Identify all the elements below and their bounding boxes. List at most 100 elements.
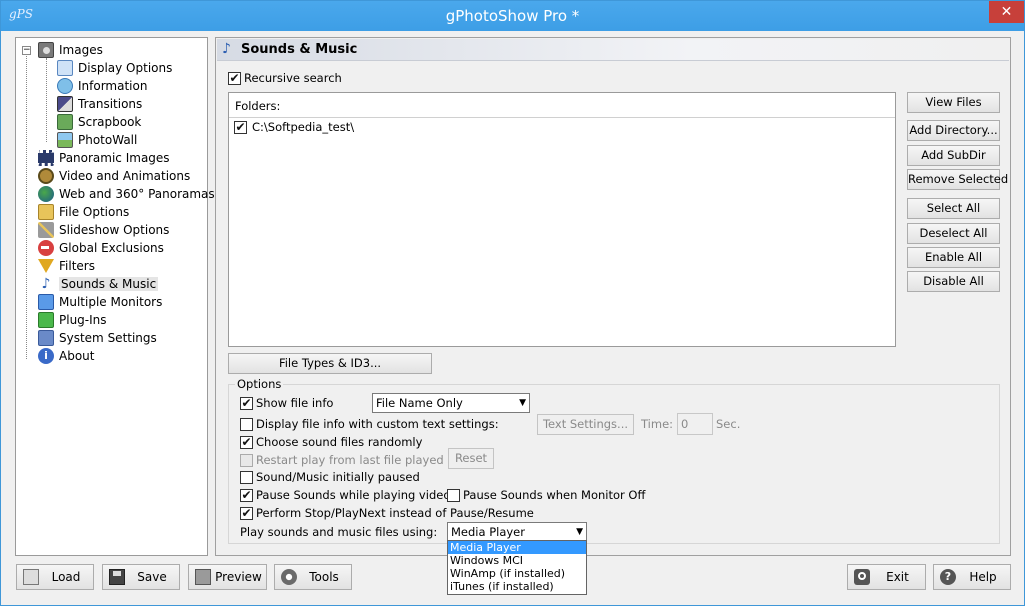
play-using-dropdown[interactable]: Media Player Windows MCI WinAmp (if inst… — [447, 540, 587, 595]
tree-item-label: Slideshow Options — [59, 223, 170, 237]
tree-item-web-panoramas[interactable]: Web and 360° Panoramas — [38, 185, 215, 203]
view-files-button[interactable]: View Files — [907, 92, 1000, 113]
film-reel-icon — [38, 168, 54, 184]
show-file-info-checkbox[interactable]: ✔ Show file info — [240, 396, 333, 410]
checkbox-box[interactable]: ✔ — [240, 435, 253, 449]
monitors-icon — [38, 294, 54, 310]
checkbox-label: Choose sound files randomly — [256, 435, 423, 449]
folder-row[interactable]: ✔ C:\Softpedia_test\ — [234, 120, 354, 134]
dropdown-option[interactable]: iTunes (if installed) — [448, 580, 586, 593]
initially-paused-checkbox[interactable]: Sound/Music initially paused — [240, 470, 420, 484]
time-value: 0 — [681, 417, 689, 431]
tree-item-images[interactable]: Images — [38, 41, 103, 59]
checkbox-box[interactable] — [240, 453, 253, 467]
tree-item-filters[interactable]: Filters — [38, 257, 95, 275]
add-directory-button[interactable]: Add Directory... — [907, 120, 1000, 141]
tree-item-label: Panoramic Images — [59, 151, 170, 165]
display-custom-text-checkbox[interactable]: Display file info with custom text setti… — [240, 417, 499, 431]
file-types-id3-button[interactable]: File Types & ID3... — [228, 353, 432, 374]
tools-icon — [38, 222, 54, 238]
folder-icon — [38, 204, 54, 220]
stop-playnext-checkbox[interactable]: ✔ Perform Stop/PlayNext instead of Pause… — [240, 506, 534, 520]
tree-item-display-options[interactable]: Display Options — [57, 59, 172, 77]
pause-monitor-off-checkbox[interactable]: Pause Sounds when Monitor Off — [447, 488, 645, 502]
checkbox-label: Show file info — [256, 396, 334, 410]
chevron-down-icon: ▼ — [576, 527, 583, 537]
panel-title: Sounds & Music — [241, 42, 358, 57]
dropdown-option[interactable]: Media Player — [448, 541, 586, 554]
checkbox-box[interactable] — [447, 488, 460, 502]
tree-item-global-exclusions[interactable]: Global Exclusions — [38, 239, 164, 257]
file-info-mode-select[interactable]: File Name Only ▼ — [372, 393, 530, 413]
button-label: Exit — [886, 570, 909, 584]
checkbox-box[interactable]: ✔ — [228, 71, 241, 85]
tree-item-plug-ins[interactable]: Plug-Ins — [38, 311, 107, 329]
checkbox-box[interactable]: ✔ — [234, 120, 247, 134]
checkbox-label: Display file info with custom text setti… — [256, 417, 499, 431]
checkbox-label: Pause Sounds while playing video — [256, 488, 451, 502]
time-input[interactable]: 0 — [677, 413, 713, 435]
app-window: gPS gPhotoShow Pro * ✕ − Images Display … — [0, 0, 1025, 606]
select-all-button[interactable]: Select All — [907, 198, 1000, 219]
info-globe-icon — [57, 78, 73, 94]
save-button[interactable]: Save — [102, 564, 180, 590]
tree-item-file-options[interactable]: File Options — [38, 203, 129, 221]
dropdown-option[interactable]: Windows MCI — [448, 554, 586, 567]
checkbox-label: Pause Sounds when Monitor Off — [463, 488, 646, 502]
text-settings-button[interactable]: Text Settings... — [537, 414, 634, 435]
enable-all-button[interactable]: Enable All — [907, 247, 1000, 268]
folders-header: Folders: — [235, 99, 281, 113]
tree-item-sounds-music[interactable]: ♪ Sounds & Music — [38, 275, 159, 293]
tree-item-video-animations[interactable]: Video and Animations — [38, 167, 190, 185]
tree-connector — [46, 58, 47, 142]
preview-button[interactable]: Preview — [188, 564, 267, 590]
tree-item-panoramic-images[interactable]: Panoramic Images — [38, 149, 170, 167]
checkbox-box[interactable] — [240, 417, 253, 431]
collapse-images-icon[interactable]: − — [22, 46, 31, 55]
tree-item-slideshow-options[interactable]: Slideshow Options — [38, 221, 169, 239]
tree-item-photowall[interactable]: PhotoWall — [57, 131, 137, 149]
tree-item-information[interactable]: Information — [57, 77, 147, 95]
title-bar[interactable]: gPS gPhotoShow Pro * ✕ — [1, 1, 1024, 31]
tools-button[interactable]: Tools — [274, 564, 352, 590]
checkbox-box[interactable]: ✔ — [240, 506, 253, 520]
restart-last-file-checkbox[interactable]: Restart play from last file played — [240, 453, 444, 467]
pause-video-checkbox[interactable]: ✔ Pause Sounds while playing video — [240, 488, 450, 502]
settings-tree[interactable]: − Images Display Options Information Tra… — [15, 37, 215, 556]
dropdown-option[interactable]: WinAmp (if installed) — [448, 567, 586, 580]
tree-item-label: Images — [59, 43, 103, 57]
help-button[interactable]: ? Help — [933, 564, 1011, 590]
checkbox-label: Recursive search — [244, 71, 342, 85]
puzzle-icon — [38, 312, 54, 328]
photowall-icon — [57, 132, 73, 148]
sec-label: Sec. — [716, 417, 741, 431]
tree-item-about[interactable]: i About — [38, 347, 94, 365]
tree-item-transitions[interactable]: Transitions — [57, 95, 142, 113]
checkbox-box[interactable] — [240, 470, 253, 484]
load-button[interactable]: Load — [16, 564, 94, 590]
music-note-icon: ♪ — [222, 41, 231, 57]
checkbox-label: Sound/Music initially paused — [256, 470, 420, 484]
deselect-all-button[interactable]: Deselect All — [907, 223, 1000, 244]
gear-icon — [281, 569, 297, 585]
choose-random-checkbox[interactable]: ✔ Choose sound files randomly — [240, 435, 422, 449]
select-value: Media Player — [451, 525, 525, 539]
checkbox-box[interactable]: ✔ — [240, 488, 253, 502]
checkbox-box[interactable]: ✔ — [240, 396, 253, 410]
folders-list[interactable]: Folders: ✔ C:\Softpedia_test\ — [228, 92, 896, 347]
add-subdir-button[interactable]: Add SubDir — [907, 145, 1000, 166]
recursive-search-checkbox[interactable]: ✔ Recursive search — [228, 71, 342, 85]
tree-item-system-settings[interactable]: System Settings — [38, 329, 157, 347]
panel-header: ♪ Sounds & Music — [217, 39, 1009, 61]
scrapbook-icon — [57, 114, 73, 130]
close-button[interactable]: ✕ — [989, 1, 1024, 23]
tree-item-multiple-monitors[interactable]: Multiple Monitors — [38, 293, 162, 311]
camera-icon — [38, 42, 54, 58]
reset-button[interactable]: Reset — [448, 448, 494, 469]
exit-button[interactable]: Exit — [847, 564, 926, 590]
tree-item-scrapbook[interactable]: Scrapbook — [57, 113, 141, 131]
disable-all-button[interactable]: Disable All — [907, 271, 1000, 292]
remove-selected-button[interactable]: Remove Selected — [907, 169, 1008, 190]
play-using-select[interactable]: Media Player ▼ — [447, 522, 587, 542]
checkbox-label: Restart play from last file played — [256, 453, 444, 467]
